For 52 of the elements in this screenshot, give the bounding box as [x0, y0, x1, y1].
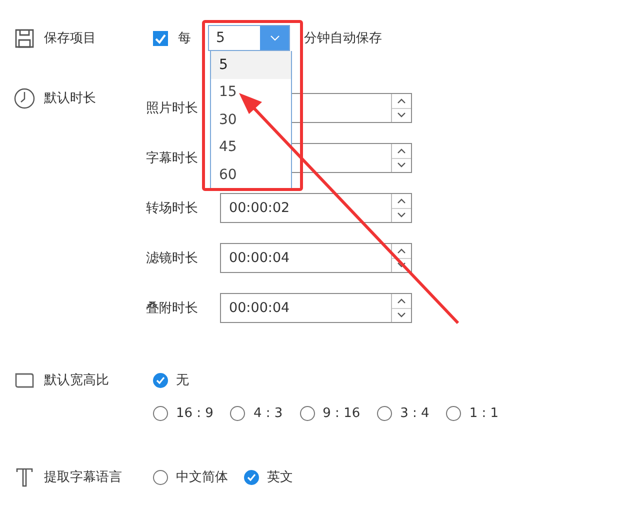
interval-dropdown[interactable]: 5 [208, 25, 290, 51]
dropdown-option[interactable]: 15 [211, 78, 291, 106]
field-label: 照片时长 [146, 100, 199, 117]
chevron-down-icon [397, 262, 406, 268]
radio-button[interactable] [300, 406, 315, 420]
radio-button[interactable] [153, 470, 168, 484]
chevron-up-icon [397, 298, 406, 304]
dropdown-option[interactable]: 30 [211, 106, 291, 134]
radio-option[interactable]: 英文 [244, 468, 293, 486]
radio-button[interactable] [377, 406, 392, 420]
dropdown-option[interactable]: 60 [211, 161, 291, 188]
chevron-up-icon [397, 98, 406, 104]
radio-option[interactable]: 16 : 9 [153, 406, 214, 420]
section-label: 默认时长 [44, 90, 96, 107]
duration-spinner[interactable]: 00:00:02 [220, 193, 412, 223]
section-label: 保存项目 [44, 30, 96, 47]
field-label: 字幕时长 [146, 150, 199, 167]
chevron-down-icon [397, 162, 406, 168]
field-label: 转场时长 [146, 200, 199, 217]
chevron-up-icon [397, 248, 406, 254]
field-label: 滤镜时长 [146, 250, 199, 267]
chevron-down-icon [397, 112, 406, 118]
radio-option[interactable]: 中文简体 [153, 468, 228, 486]
clock-icon [14, 88, 35, 108]
dropdown-option[interactable]: 45 [211, 134, 291, 161]
check-icon [155, 374, 166, 386]
dropdown-option[interactable]: 5 [211, 51, 291, 78]
checkbox[interactable] [153, 30, 168, 46]
check-icon [246, 472, 257, 482]
section-label: 默认宽高比 [44, 372, 109, 389]
radio-button[interactable] [153, 372, 168, 388]
checkbox-label: 每 [178, 30, 191, 47]
chevron-down-icon [397, 212, 406, 218]
radio-button[interactable] [244, 470, 259, 484]
check-icon [154, 32, 167, 44]
radio-option[interactable]: 无 [153, 371, 189, 389]
radio-button[interactable] [153, 406, 168, 420]
duration-spinner[interactable]: 00:00:04 [220, 293, 412, 323]
chevron-down-icon [397, 312, 406, 318]
chevron-up-icon [397, 148, 406, 154]
duration-spinner[interactable]: 00:00:04 [220, 243, 412, 273]
radio-option[interactable]: 3 : 4 [377, 406, 430, 420]
interval-suffix: 分钟自动保存 [304, 30, 382, 47]
chevron-up-icon [397, 198, 406, 204]
text-icon [14, 466, 35, 488]
field-label: 叠附时长 [146, 300, 199, 317]
radio-option[interactable]: 4 : 3 [230, 406, 283, 420]
radio-option[interactable]: 9 : 16 [300, 406, 360, 420]
radio-option[interactable]: 1 : 1 [446, 406, 498, 420]
radio-button[interactable] [230, 406, 246, 420]
section-label: 提取字幕语言 [44, 469, 122, 486]
radio-button[interactable] [446, 406, 462, 420]
